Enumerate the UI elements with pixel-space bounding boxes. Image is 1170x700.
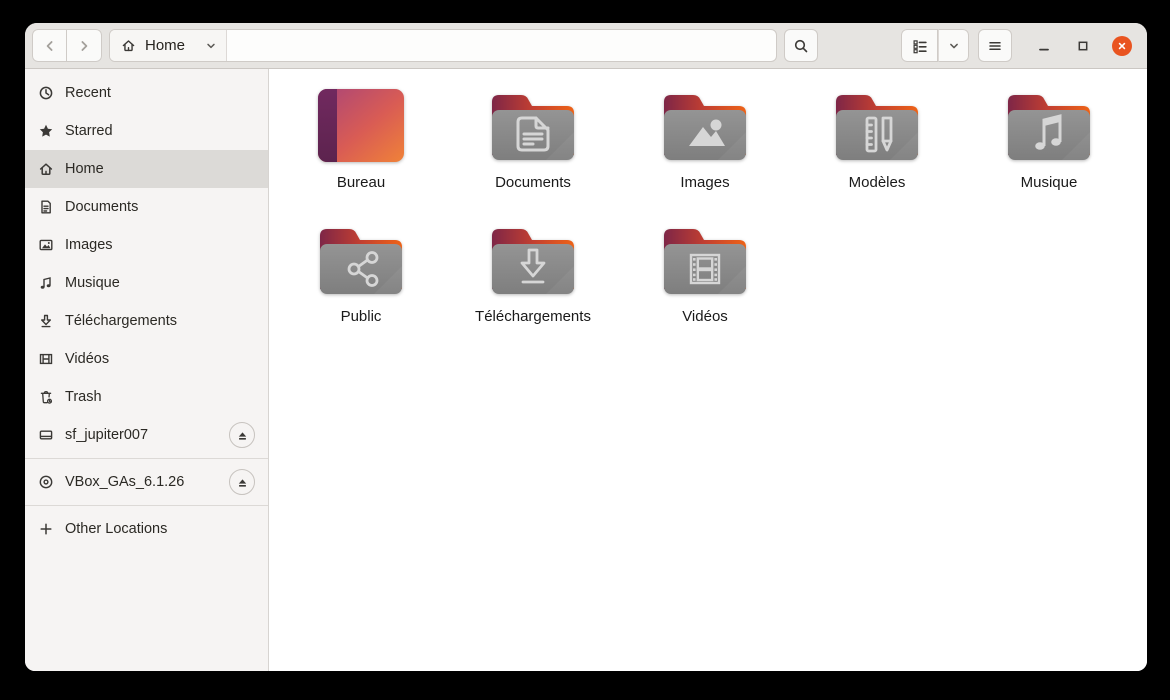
sidebar-item-other-locations[interactable]: Other Locations [25,510,268,548]
sidebar-item-images[interactable]: Images [25,226,268,264]
back-button[interactable] [32,29,67,62]
clock-icon [38,85,54,101]
sidebar-item-starred[interactable]: Starred [25,112,268,150]
download-arrow-icon [38,313,54,329]
folder-label: Images [680,174,730,191]
plus-icon [38,521,54,537]
folder-item-bureau[interactable]: Bureau [275,75,447,209]
folder-item-documents[interactable]: Documents [447,75,619,209]
list-view-button[interactable] [901,29,938,62]
sidebar-separator [25,505,268,506]
location-button[interactable]: Home [110,30,227,61]
folder-item-telechargements[interactable]: Téléchargements [447,209,619,343]
sidebar-item-label: Vidéos [65,351,110,367]
document-icon [38,199,54,215]
chevron-left-icon [42,38,58,54]
home-icon [121,38,137,54]
window-body: Recent Starred Home Documents Images Mus… [25,69,1147,671]
sidebar-item-documents[interactable]: Documents [25,188,268,226]
eject-icon [236,429,249,442]
view-options-button[interactable] [938,29,969,62]
maximize-icon [1075,38,1091,54]
list-view-icon [912,38,928,54]
downloads-folder-icon [487,219,579,299]
sidebar-item-label: Images [65,237,113,253]
sidebar-item-label: VBox_GAs_6.1.26 [65,474,185,490]
star-icon [38,123,54,139]
forward-button[interactable] [67,29,102,62]
maximize-button[interactable] [1071,34,1095,58]
eject-icon [236,476,249,489]
folder-label: Téléchargements [475,308,591,325]
window-controls [1032,34,1132,58]
folder-item-images[interactable]: Images [619,75,791,209]
sidebar-item-trash[interactable]: Trash [25,378,268,416]
eject-button[interactable] [229,422,255,448]
location-entry[interactable] [227,30,776,61]
desktop-folder-icon [315,85,407,165]
chevron-down-icon [204,39,218,53]
sidebar-item-videos[interactable]: Vidéos [25,340,268,378]
eject-button[interactable] [229,469,255,495]
optical-disc-icon [38,474,54,490]
image-icon [38,237,54,253]
search-button[interactable] [784,29,818,62]
folder-grid: Bureau Documents Images Modèles Musique … [269,69,1147,671]
folder-label: Modèles [848,174,906,191]
sidebar-separator [25,458,268,459]
folder-item-modeles[interactable]: Modèles [791,75,963,209]
folder-item-musique[interactable]: Musique [963,75,1135,209]
folder-label: Vidéos [682,308,728,325]
path-bar: Home [109,29,777,62]
film-icon [38,351,54,367]
sidebar-item-label: Recent [65,85,111,101]
folder-label: Documents [495,174,571,191]
minimize-button[interactable] [1032,34,1056,58]
templates-folder-icon [831,85,923,165]
sidebar-item-vbox-gas[interactable]: VBox_GAs_6.1.26 [25,463,268,501]
music-folder-icon [1003,85,1095,165]
chevron-right-icon [76,38,92,54]
search-icon [793,38,809,54]
documents-folder-icon [487,85,579,165]
videos-folder-icon [659,219,751,299]
images-folder-icon [659,85,751,165]
hamburger-menu-icon [987,38,1003,54]
sidebar-item-label: sf_jupiter007 [65,427,149,443]
history-nav-group [32,29,102,62]
folder-label: Public [340,308,382,325]
folder-label: Bureau [336,174,386,191]
public-folder-icon [315,219,407,299]
view-switcher-group [901,29,969,62]
sidebar-item-musique[interactable]: Musique [25,264,268,302]
music-note-icon [38,275,54,291]
sidebar-item-recent[interactable]: Recent [25,74,268,112]
chevron-down-icon [947,39,961,53]
hard-disk-icon [38,427,54,443]
sidebar: Recent Starred Home Documents Images Mus… [25,69,269,671]
headerbar: Home [25,23,1147,69]
menu-button[interactable] [978,29,1012,62]
file-manager-window: Home Recent Starred Home Documents Image… [25,23,1147,671]
close-icon [1115,39,1129,53]
sidebar-item-sf-jupiter007[interactable]: sf_jupiter007 [25,416,268,454]
sidebar-item-label: Starred [65,123,113,139]
sidebar-item-telechargements[interactable]: Téléchargements [25,302,268,340]
folder-label: Musique [1020,174,1078,191]
sidebar-item-label: Documents [65,199,139,215]
sidebar-item-label: Other Locations [65,521,168,537]
current-location-label: Home [145,37,186,54]
close-button[interactable] [1112,35,1132,56]
minimize-icon [1036,38,1052,54]
sidebar-item-home[interactable]: Home [25,150,268,188]
home-icon [38,161,54,177]
folder-item-public[interactable]: Public [275,209,447,343]
sidebar-item-label: Home [65,161,104,177]
sidebar-item-label: Trash [65,389,102,405]
folder-item-videos[interactable]: Vidéos [619,209,791,343]
sidebar-item-label: Téléchargements [65,313,178,329]
sidebar-item-label: Musique [65,275,120,291]
trash-can-icon [38,389,54,405]
